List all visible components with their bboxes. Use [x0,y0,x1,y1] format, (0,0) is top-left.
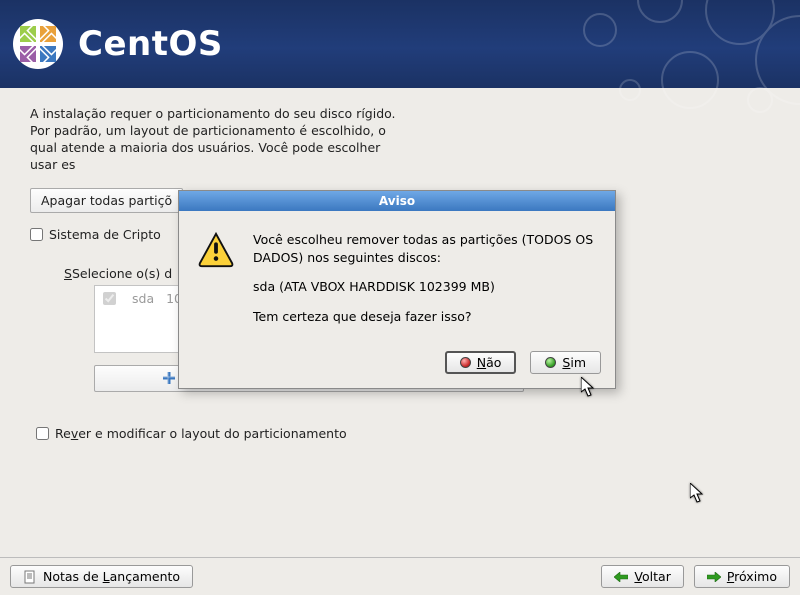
back-button[interactable]: Voltar [601,565,683,588]
header-swirl-decoration [540,0,800,130]
centos-logo-icon [12,18,64,70]
arrow-right-icon [707,572,721,582]
back-label: Voltar [634,569,670,584]
intro-text: A instalação requer o particionamento do… [30,106,410,174]
next-label: Próximo [727,569,777,584]
next-button[interactable]: Próximo [694,565,790,588]
bottom-bar: Notas de Lançamento Voltar Próximo [0,557,800,595]
warning-icon [197,231,235,269]
installer-header: CentOS [0,0,800,88]
cursor-icon [581,377,597,399]
drive-checkbox [103,291,116,306]
dialog-title: Aviso [179,191,615,211]
drive-name: sda [132,291,154,306]
dialog-line3: Tem certeza que deseja fazer isso? [253,308,597,326]
review-layout-label: Rever e modificar o layout do particiona… [55,426,347,441]
red-dot-icon [460,357,471,368]
dialog-no-button[interactable]: Não [445,351,517,374]
encrypt-system-input[interactable] [30,228,43,241]
plus-icon [162,371,176,385]
dialog-no-label: Não [477,355,502,370]
encrypt-system-label: Sistema de Cripto [49,227,161,242]
dialog-yes-label: Sim [562,355,586,370]
dialog-yes-button[interactable]: Sim [530,351,601,374]
warning-dialog: Aviso Você escolheu remover todas as par… [178,190,616,389]
dialog-line1: Você escolheu remover todas as partições… [253,231,597,266]
dialog-line2: sda (ATA VBOX HARDDISK 102399 MB) [253,278,597,296]
green-dot-icon [545,357,556,368]
dialog-body: Você escolheu remover todas as partições… [253,231,597,337]
review-layout-checkbox[interactable]: Rever e modificar o layout do particiona… [36,426,347,441]
encrypt-system-checkbox[interactable]: Sistema de Cripto [30,227,161,242]
release-notes-label: Notas de Lançamento [43,569,180,584]
arrow-left-icon [614,572,628,582]
release-notes-button[interactable]: Notas de Lançamento [10,565,193,588]
partition-scheme-label: Apagar todas partiçõ [41,193,172,208]
cursor-icon [690,483,706,505]
review-layout-input[interactable] [36,427,49,440]
document-icon [23,570,37,584]
brand-title: CentOS [78,24,223,64]
